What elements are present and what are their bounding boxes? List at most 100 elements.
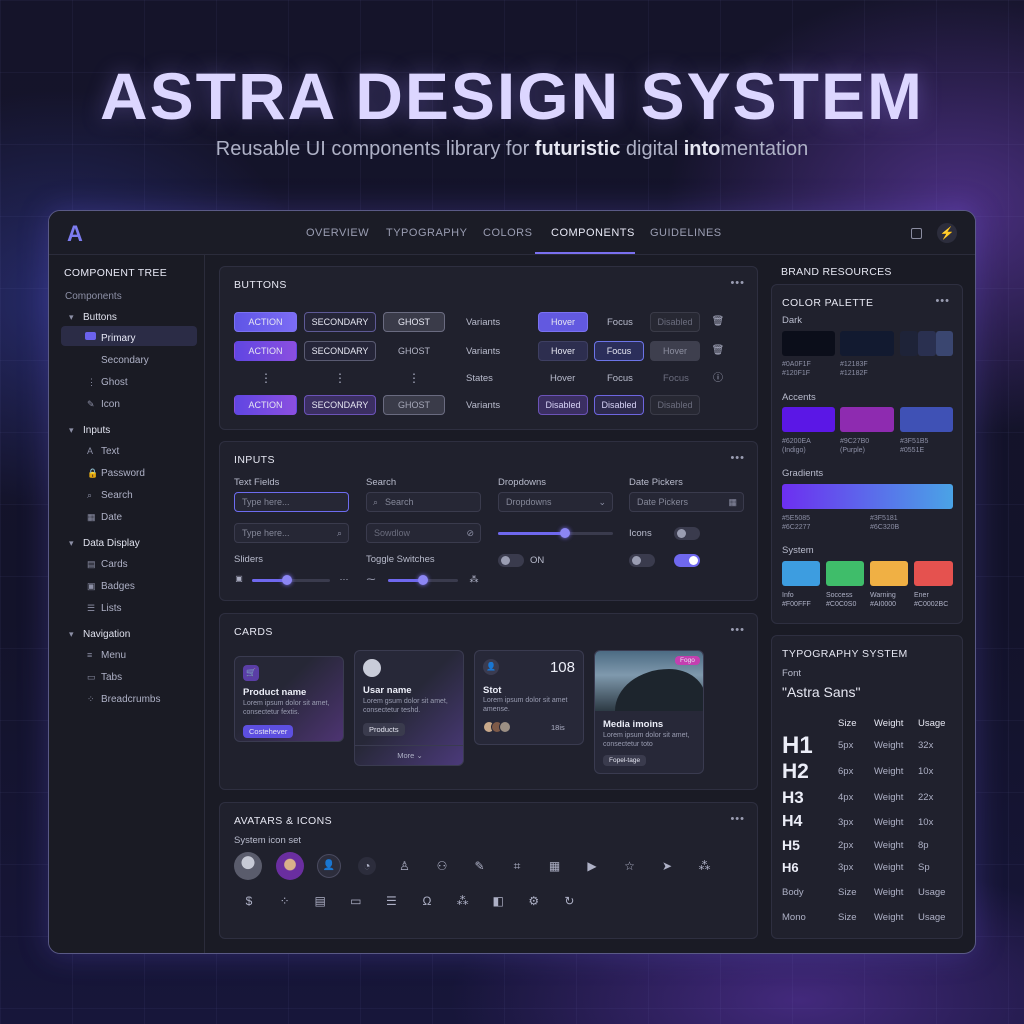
dark-swatch-3b[interactable] (918, 331, 936, 356)
action-button[interactable]: ACTION (234, 312, 297, 332)
sidebar-item-menu[interactable]: ≡ Menu (87, 650, 126, 661)
more-icon[interactable]: ••• (730, 452, 745, 464)
text-field-2[interactable]: Type here... ⌕ (234, 523, 349, 543)
card-chip[interactable]: Fopel-tage (603, 755, 647, 766)
slider-knob[interactable] (559, 528, 570, 538)
dark-swatch-2[interactable] (840, 331, 894, 356)
sidebar-item-tabs[interactable]: ▭ Tabs (87, 672, 122, 683)
play-icon[interactable]: ▶ (583, 857, 601, 875)
tab-components[interactable]: COMPONENTS (551, 227, 635, 239)
table-icon[interactable]: ▤ (311, 892, 329, 910)
list-icon[interactable]: ☰ (382, 892, 400, 910)
dashboard-icon[interactable]: ◔ (358, 857, 376, 875)
sidebar-icon[interactable]: ◧ (489, 892, 507, 910)
code-icon[interactable]: ⌗ (508, 857, 526, 875)
dark-swatch-3a[interactable] (900, 331, 918, 356)
more-icon[interactable]: ••• (730, 624, 745, 636)
user-card[interactable]: Usar name Lorem gsum dolor sit amet, con… (354, 650, 464, 766)
sidebar-group-buttons[interactable]: ▾ Buttons (69, 312, 117, 323)
dollar-icon[interactable]: $ (240, 892, 258, 910)
avatar-photo[interactable] (276, 852, 304, 880)
focus-button[interactable]: Focus (594, 341, 644, 361)
gradient-swatch[interactable] (782, 484, 953, 509)
card-chip[interactable]: Products (363, 723, 405, 736)
more-icon[interactable]: ••• (730, 813, 745, 825)
slider-knob[interactable] (418, 575, 428, 585)
info-icon[interactable]: ⓘ (709, 370, 727, 388)
product-card[interactable]: 🛒 Product name Lorem ipsum dolor sit ame… (234, 656, 344, 742)
sidebar-item-secondary[interactable]: Secondary (101, 355, 149, 366)
refresh-icon[interactable]: ↻ (560, 892, 578, 910)
ghost-button-2[interactable]: GHOST (383, 341, 445, 361)
tab-colors[interactable]: COLORS (483, 227, 532, 239)
more-vertical-icon[interactable]: ⋮ (331, 369, 349, 387)
sidebar-item-search[interactable]: ⌕ Search (87, 490, 133, 501)
secondary-button[interactable]: SECONDARY (304, 312, 376, 332)
sidebar-item-breadcrumbs[interactable]: ⁘ Breadcrumbs (87, 694, 160, 705)
tab-overview[interactable]: OVERVIEW (306, 227, 369, 239)
action-button-3[interactable]: ACTION (234, 395, 297, 415)
sidebar-item-date[interactable]: ▦ Date (87, 512, 122, 523)
sidebar-item-password[interactable]: 🔒 Password (87, 468, 145, 479)
more-icon[interactable]: ••• (730, 277, 745, 289)
grid-icon[interactable]: ⁂ (454, 892, 472, 910)
text-field[interactable]: Type here... (234, 492, 349, 512)
more-button[interactable]: More ⌄ (355, 745, 463, 765)
stat-card[interactable]: 👤 108 Stot Lorem ipsum dolor sit amet am… (474, 650, 584, 745)
sidebar-item-ghost[interactable]: ⋮ Ghost (87, 377, 128, 388)
more-vertical-icon[interactable]: ⋮ (405, 369, 423, 387)
sidebar-item-text[interactable]: A Text (87, 446, 119, 457)
media-card[interactable]: Fogo Media imoins Lorem ipsum dolor sit … (594, 650, 704, 774)
slider-2[interactable] (388, 575, 458, 585)
calendar-icon[interactable]: ▦ (546, 857, 564, 875)
sidebar-item-primary[interactable]: Primary (101, 333, 135, 344)
sidebar-group-navigation[interactable]: ▾ Navigation (69, 629, 130, 640)
more-vertical-icon[interactable]: ⋮ (257, 369, 275, 387)
trash-icon[interactable]: 🗑 (709, 313, 727, 331)
warning-swatch[interactable] (870, 561, 908, 586)
ghost-button[interactable]: GHOST (383, 312, 445, 332)
dark-swatch-1[interactable] (782, 331, 835, 356)
slider-1[interactable] (252, 575, 330, 585)
tab-guidelines[interactable]: GUIDELINES (650, 227, 722, 239)
grid-icon[interactable]: ⁂ (696, 857, 714, 875)
slider-knob[interactable] (282, 575, 293, 585)
card-chip[interactable]: Costehever (243, 725, 294, 738)
date-picker-input[interactable]: Date Pickers ▦ (629, 492, 744, 512)
ghost-button-3[interactable]: GHOST (383, 395, 445, 415)
sidebar-item-icon[interactable]: ✎ Icon (87, 399, 120, 410)
user-icon[interactable]: ♙ (396, 857, 414, 875)
dropdown-slider[interactable] (498, 528, 613, 538)
settings-icon[interactable]: ⚡ (937, 223, 957, 243)
search-input[interactable]: ⌕ Search (366, 492, 481, 512)
secondary-button-3[interactable]: SECONDARY (304, 395, 376, 415)
dropdown-select[interactable]: Dropdowns ⌄ (498, 492, 613, 512)
window-icon[interactable] (911, 228, 922, 239)
sidebar-root[interactable]: Components (65, 291, 122, 302)
toggle-off[interactable] (629, 554, 655, 567)
tab-typography[interactable]: TYPOGRAPHY (386, 227, 467, 239)
accent-swatch-indigo[interactable] (782, 407, 835, 432)
edit-icon[interactable]: ✎ (471, 857, 489, 875)
sidebar-item-lists[interactable]: ☰ Lists (87, 603, 122, 614)
settings-icon[interactable]: ⚙ (525, 892, 543, 910)
star-icon[interactable]: ☆ (621, 857, 639, 875)
hover-button-2[interactable]: Hover (538, 341, 588, 361)
more-icon[interactable]: ••• (935, 295, 950, 307)
info-swatch[interactable] (782, 561, 820, 586)
sidebar-group-data-display[interactable]: ▾ Data Display (69, 538, 140, 549)
sidebar-item-cards[interactable]: ▤ Cards (87, 559, 128, 570)
monitor-icon[interactable]: ▭ (347, 892, 365, 910)
success-swatch[interactable] (826, 561, 864, 586)
action-button-2[interactable]: ACTION (234, 341, 297, 361)
search-input-2[interactable]: Sowdlow ⊘ (366, 523, 481, 543)
astra-logo[interactable]: A (67, 221, 83, 247)
sidebar-group-inputs[interactable]: ▾ Inputs (69, 425, 110, 436)
avatar[interactable] (234, 852, 262, 880)
accent-swatch-blue[interactable] (900, 407, 953, 432)
on-toggle[interactable] (498, 554, 524, 567)
apps-icon[interactable]: ⁘ (276, 892, 294, 910)
secondary-button-2[interactable]: SECONDARY (304, 341, 376, 361)
toggle-on[interactable] (674, 554, 700, 567)
trash-icon[interactable]: 🗑 (709, 342, 727, 360)
